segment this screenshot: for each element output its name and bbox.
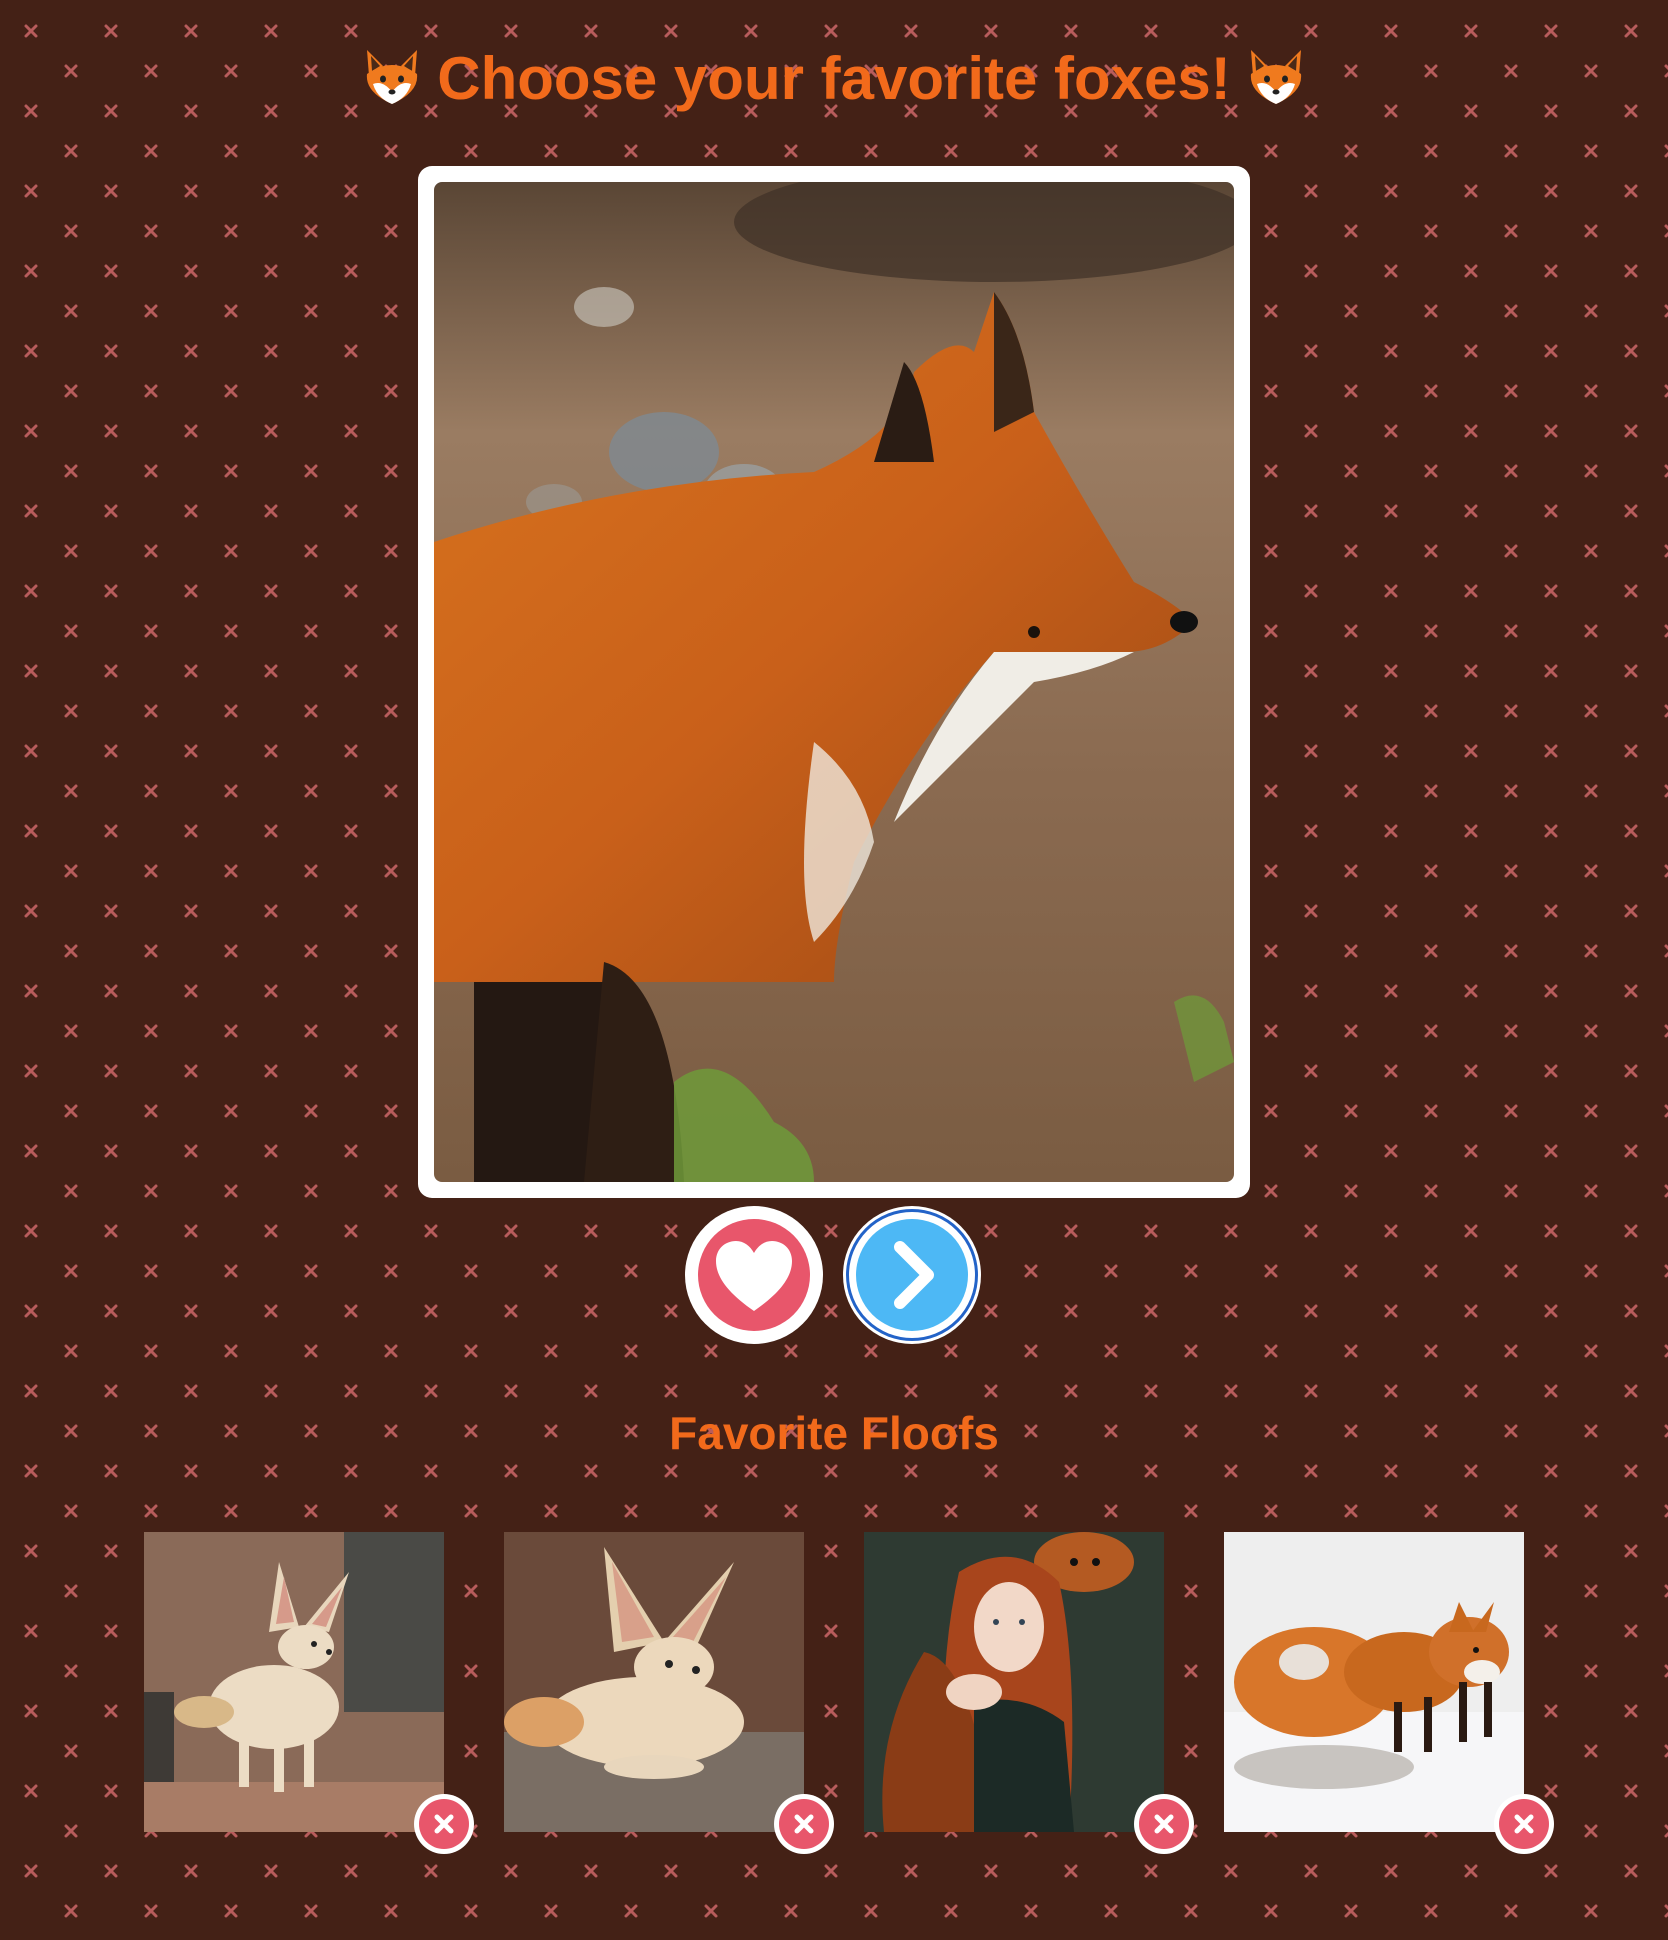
chevron-right-icon — [894, 1241, 934, 1309]
remove-favorite-button[interactable] — [774, 1794, 834, 1854]
heart-icon — [716, 1241, 792, 1311]
close-icon — [434, 1814, 454, 1834]
close-icon — [1154, 1814, 1174, 1834]
remove-favorite-button[interactable] — [1494, 1794, 1554, 1854]
close-icon — [794, 1814, 814, 1834]
fox-face-icon — [1245, 46, 1307, 108]
favorite-photo-fennec-lying — [504, 1532, 804, 1832]
next-button-face — [856, 1219, 968, 1331]
page-title: Choose your favorite foxes! — [0, 44, 1668, 114]
like-button-face — [698, 1219, 810, 1331]
favorites-list — [0, 1532, 1668, 1854]
remove-favorite-button[interactable] — [414, 1794, 474, 1854]
favorite-item — [504, 1532, 834, 1854]
remove-button-face — [1499, 1799, 1549, 1849]
action-buttons — [0, 1206, 1668, 1346]
remove-button-face — [779, 1799, 829, 1849]
favorites-heading: Favorite Floofs — [669, 1407, 999, 1459]
remove-button-face — [1139, 1799, 1189, 1849]
favorite-item — [144, 1532, 474, 1854]
main-fox-photo — [434, 182, 1234, 1182]
favorite-photo-foxes-in-snow — [1224, 1532, 1524, 1832]
favorite-photo-fennec-standing — [144, 1532, 444, 1832]
remove-button-face — [419, 1799, 469, 1849]
favorite-photo-woman-with-fox — [864, 1532, 1164, 1832]
favorite-item — [864, 1532, 1194, 1854]
like-button[interactable] — [685, 1206, 823, 1344]
favorite-item — [1224, 1532, 1554, 1854]
page-title-text: Choose your favorite foxes! — [437, 45, 1231, 112]
close-icon — [1514, 1814, 1534, 1834]
remove-favorite-button[interactable] — [1134, 1794, 1194, 1854]
next-button[interactable] — [843, 1206, 981, 1344]
main-photo-card — [418, 166, 1250, 1198]
fox-face-icon — [361, 46, 423, 108]
